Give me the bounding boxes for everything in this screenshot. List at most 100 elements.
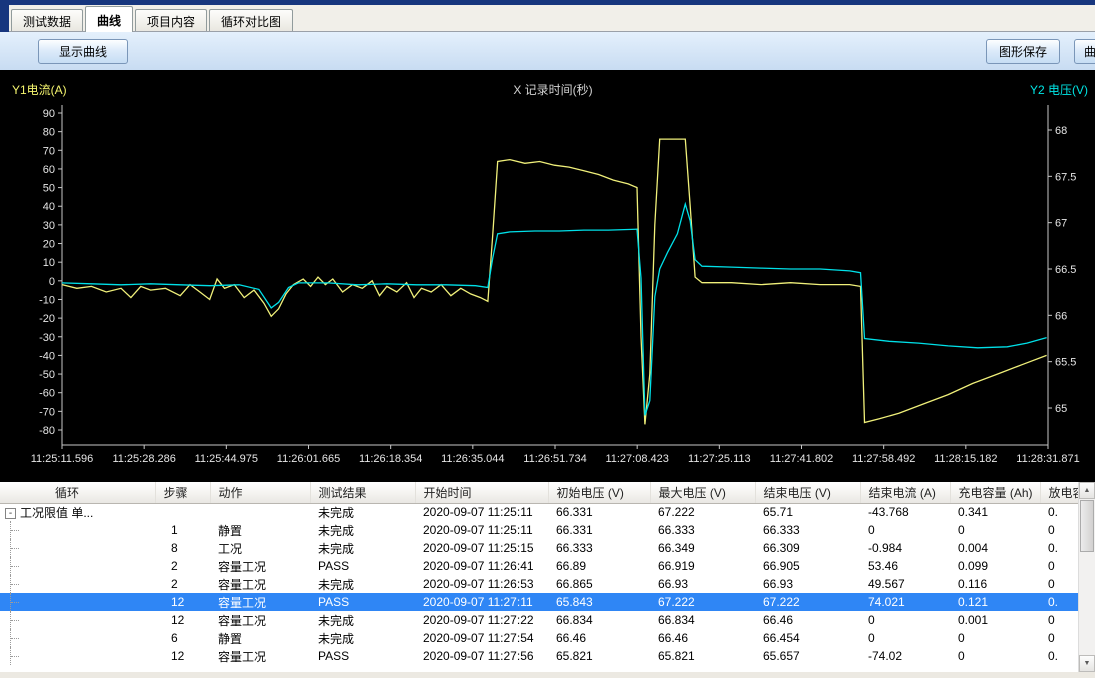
tree-connector [10, 593, 20, 611]
vertical-scrollbar[interactable]: ▲ ▼ [1078, 482, 1095, 672]
app-window: 测试数据 曲线 项目内容 循环对比图 显示曲线 图形保存 曲 Y1电流(A) X… [0, 0, 1095, 678]
table-row[interactable]: 12容量工况PASS2020-09-07 11:27:5665.82165.82… [0, 647, 1095, 665]
x-tick-label: 11:27:41.802 [770, 453, 833, 465]
table-cell: 未完成 [310, 503, 415, 521]
x-tick-label: 11:26:35.044 [441, 453, 504, 465]
table-cell: -工况限值 单... [0, 503, 155, 521]
x-tick-label: 11:27:58.492 [852, 453, 915, 465]
scroll-up-button[interactable]: ▲ [1079, 482, 1095, 499]
table-cell: 65.821 [548, 647, 650, 665]
table-cell: 静置 [210, 629, 310, 647]
column-header[interactable]: 结束电压 (V) [755, 482, 860, 503]
table-cell: 0.004 [950, 539, 1040, 557]
voltage-series-line [62, 204, 1047, 415]
table-cell: 66.333 [755, 521, 860, 539]
collapse-toggle-icon[interactable]: - [5, 508, 16, 519]
column-header[interactable]: 最大电压 (V) [650, 482, 755, 503]
column-header[interactable]: 步骤 [155, 482, 210, 503]
step-results-table: 循环步骤动作测试结果开始时间初始电压 (V)最大电压 (V)结束电压 (V)结束… [0, 482, 1095, 665]
window-left-edge [0, 0, 9, 32]
table-row[interactable]: 12容量工况未完成2020-09-07 11:27:2266.83466.834… [0, 611, 1095, 629]
x-tick-label: 11:26:51.734 [523, 453, 586, 465]
table-cell: 0 [950, 647, 1040, 665]
table-row[interactable]: -工况限值 单...未完成2020-09-07 11:25:1166.33167… [0, 503, 1095, 521]
y1-tick-label: -30 [39, 332, 55, 344]
table-row[interactable]: 2容量工况未完成2020-09-07 11:26:5366.86566.9366… [0, 575, 1095, 593]
table-cell: 2020-09-07 11:27:11 [415, 593, 548, 611]
tab-curve[interactable]: 曲线 [85, 6, 133, 32]
window-bottom-edge [0, 672, 1095, 678]
column-header[interactable]: 动作 [210, 482, 310, 503]
table-cell: 2020-09-07 11:25:11 [415, 503, 548, 521]
x-tick-label: 11:26:18.354 [359, 453, 422, 465]
tree-connector [10, 521, 20, 539]
table-cell: 66.46 [548, 629, 650, 647]
table-cell: 65.821 [650, 647, 755, 665]
tab-test-data[interactable]: 测试数据 [11, 9, 83, 31]
table-cell: 12 [155, 593, 210, 611]
chart-area: Y1电流(A) X 记录时间(秒) Y2 电压(V) 9080706050403… [0, 70, 1095, 482]
table-cell: -0.984 [860, 539, 950, 557]
tab-cycle-comparison[interactable]: 循环对比图 [209, 9, 293, 31]
table-cell: 2020-09-07 11:25:15 [415, 539, 548, 557]
tree-connector [10, 611, 20, 629]
y1-tick-label: -20 [39, 313, 55, 325]
tab-project-content[interactable]: 项目内容 [135, 9, 207, 31]
table-cell: -43.768 [860, 503, 950, 521]
table-cell: 0.121 [950, 593, 1040, 611]
scrollbar-thumb[interactable] [1080, 500, 1094, 552]
y1-tick-label: -10 [39, 294, 55, 306]
show-curve-button[interactable]: 显示曲线 [38, 39, 128, 64]
table-cell: 容量工况 [210, 611, 310, 629]
y1-tick-label: 60 [43, 164, 55, 176]
table-cell [0, 539, 155, 557]
column-header[interactable]: 开始时间 [415, 482, 548, 503]
y2-tick-label: 65.5 [1055, 357, 1076, 369]
table-cell: 6 [155, 629, 210, 647]
table-cell: 0.001 [950, 611, 1040, 629]
table-cell: 66.333 [650, 521, 755, 539]
column-header[interactable]: 测试结果 [310, 482, 415, 503]
tree-connector [10, 629, 20, 647]
y2-tick-label: 65 [1055, 403, 1067, 415]
y1-tick-label: -70 [39, 406, 55, 418]
table-row[interactable]: 12容量工况PASS2020-09-07 11:27:1165.84367.22… [0, 593, 1095, 611]
table-cell: 66.46 [755, 611, 860, 629]
table-cell: 容量工况 [210, 647, 310, 665]
table-cell: 12 [155, 647, 210, 665]
table-cell: 容量工况 [210, 593, 310, 611]
y1-tick-label: 50 [43, 183, 55, 195]
table-cell: 65.657 [755, 647, 860, 665]
table-row[interactable]: 8工况未完成2020-09-07 11:25:1566.33366.34966.… [0, 539, 1095, 557]
table-cell: PASS [310, 593, 415, 611]
table-cell [0, 647, 155, 665]
column-header[interactable]: 结束电流 (A) [860, 482, 950, 503]
table-row[interactable]: 6静置未完成2020-09-07 11:27:5466.4666.4666.45… [0, 629, 1095, 647]
tree-connector [10, 647, 20, 665]
column-header[interactable]: 循环 [0, 482, 155, 503]
x-tick-label: 11:26:01.665 [277, 453, 340, 465]
table-cell: 容量工况 [210, 575, 310, 593]
tree-connector [10, 539, 20, 557]
y2-axis-label: Y2 电压(V) [1030, 83, 1088, 97]
table-row[interactable]: 1静置未完成2020-09-07 11:25:1166.33166.33366.… [0, 521, 1095, 539]
y1-tick-label: 20 [43, 239, 55, 251]
x-tick-label: 11:28:15.182 [934, 453, 997, 465]
table-cell: 67.222 [650, 503, 755, 521]
column-header[interactable]: 充电容量 (Ah) [950, 482, 1040, 503]
table-cell: 66.905 [755, 557, 860, 575]
table-cell: 53.46 [860, 557, 950, 575]
table-cell: 66.865 [548, 575, 650, 593]
save-graphic-button[interactable]: 图形保存 [986, 39, 1060, 64]
column-header[interactable]: 初始电压 (V) [548, 482, 650, 503]
table-cell: 容量工况 [210, 557, 310, 575]
curve-chart: Y1电流(A) X 记录时间(秒) Y2 电压(V) 9080706050403… [0, 70, 1095, 482]
table-cell: PASS [310, 647, 415, 665]
table-cell [0, 557, 155, 575]
save-curve-button-clipped[interactable]: 曲 [1074, 39, 1095, 64]
table-row[interactable]: 2容量工况PASS2020-09-07 11:26:4166.8966.9196… [0, 557, 1095, 575]
scroll-down-button[interactable]: ▼ [1079, 655, 1095, 672]
table-cell: 65.843 [548, 593, 650, 611]
x-tick-label: 11:25:44.975 [195, 453, 258, 465]
x-tick-label: 11:27:08.423 [605, 453, 668, 465]
